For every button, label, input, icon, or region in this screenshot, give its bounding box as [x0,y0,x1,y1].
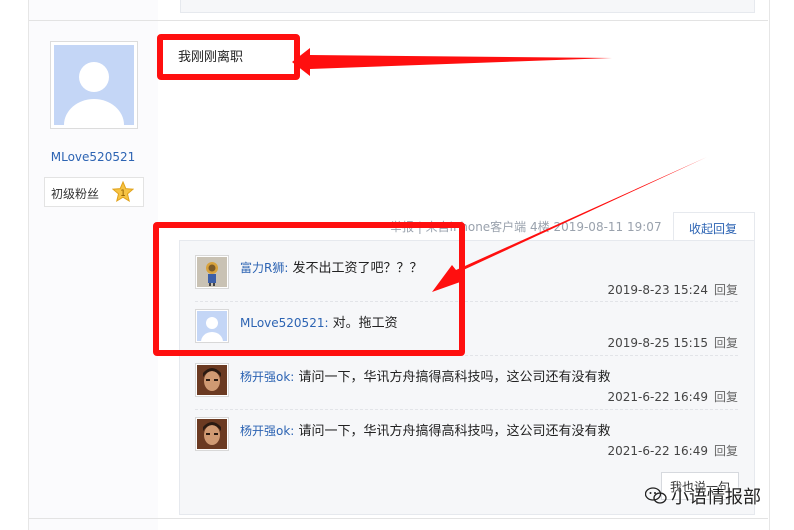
rank-badge: 初级粉丝 1 [44,177,144,207]
reply-divider [195,409,738,411]
author-username[interactable]: MLove520521 [28,150,158,164]
reply-avatar[interactable] [195,417,229,451]
reply-time-row: 2019-8-25 15:15 回复 [600,334,738,351]
collapse-replies-button[interactable]: 收起回复 [673,212,755,241]
reply-time-row: 2021-6-22 16:49 回复 [600,442,738,459]
reply-time: 2021-6-22 16:49 [607,444,708,458]
reply-time: 2021-6-22 16:49 [607,390,708,404]
reply-time: 2019-8-25 15:15 [607,336,708,350]
reply-button[interactable]: 回复 [714,390,738,404]
rank-level: 1 [120,189,126,199]
watermark: 小语情报部 [644,483,761,509]
reply-time-row: 2021-6-22 16:49 回复 [600,388,738,405]
reply-text-line: 杨开强ok: 请问一下，华讯方舟搞得高科技吗，这公司还有没有救 [240,366,611,385]
reply-avatar[interactable] [195,363,229,397]
highlight-box-replies [153,222,465,356]
watermark-text: 小语情报部 [671,487,761,508]
collapse-replies-label: 收起回复 [689,222,738,236]
previous-reply-box [180,0,755,13]
reply-button[interactable]: 回复 [714,336,738,350]
level-star-icon: 1 [111,180,135,203]
reply-colon: : [290,370,295,384]
post-divider-bottom [29,518,768,519]
person-avatar-icon [197,365,227,395]
reply-text: 请问一下，华讯方舟搞得高科技吗，这公司还有没有救 [298,370,611,385]
reply-text: 请问一下，华讯方舟搞得高科技吗，这公司还有没有救 [298,424,611,439]
reply-text-line: 杨开强ok: 请问一下，华讯方舟搞得高科技吗，这公司还有没有救 [240,420,611,439]
post-divider [29,20,768,21]
rank-label: 初级粉丝 [51,187,100,201]
avatar[interactable] [50,41,138,129]
highlight-box-post [157,34,300,80]
person-avatar-icon [197,419,227,449]
reply-button[interactable]: 回复 [714,283,738,297]
reply-button[interactable]: 回复 [714,444,738,458]
reply-time: 2019-8-23 15:24 [607,283,708,297]
reply-author[interactable]: 杨开强ok [240,424,290,438]
default-avatar-icon [54,45,134,125]
wechat-icon [644,487,667,505]
reply-time-row: 2019-8-23 15:24 回复 [600,281,738,298]
reply-author[interactable]: 杨开强ok [240,370,290,384]
reply-colon: : [290,424,295,438]
